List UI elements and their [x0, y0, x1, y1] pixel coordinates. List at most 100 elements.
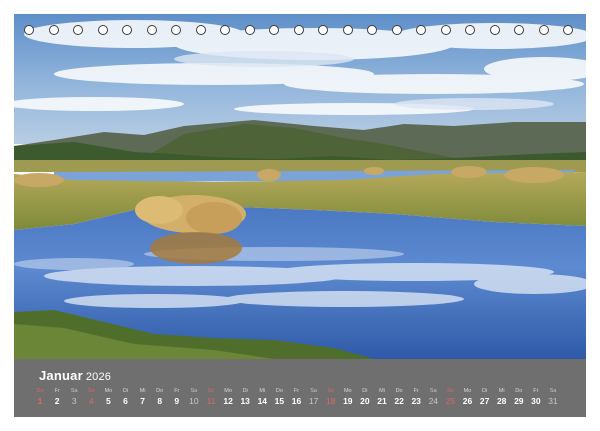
day-cell: So 11	[203, 388, 219, 407]
weekday-label: Mi	[259, 388, 266, 394]
day-cell: So 4	[83, 388, 99, 407]
day-cell: Fr 9	[169, 388, 185, 407]
day-number: 3	[71, 396, 77, 406]
spiral-binding	[0, 24, 600, 40]
day-number: 31	[548, 396, 558, 406]
weekday-label: Sa	[429, 388, 437, 394]
day-cell: Do 15	[271, 388, 287, 407]
binding-hole	[171, 25, 181, 35]
day-number: 26	[462, 396, 473, 406]
month-title: Januar 2026	[39, 368, 111, 383]
weekday-label: Sa	[310, 388, 317, 394]
weekday-label: Do	[156, 388, 164, 394]
month-year: 2026	[85, 371, 112, 383]
binding-hole	[146, 25, 157, 35]
day-number: 16	[291, 396, 302, 406]
binding-hole	[318, 25, 328, 35]
day-number: 10	[189, 396, 199, 406]
calendar-strip: Januar 2026 Do 1 Fr 2 Sa 3 So 4 Mo 5 Di 6 Mi 7 Do 8 Fr 9 Sa…	[14, 359, 586, 417]
day-cell: Sa 31	[545, 388, 561, 407]
day-cell: Di 20	[357, 388, 373, 407]
day-cell: Di 6	[118, 388, 134, 407]
binding-hole	[391, 25, 402, 35]
day-cell: So 25	[442, 388, 458, 407]
day-number: 30	[531, 396, 541, 406]
weekday-label: Do	[395, 388, 403, 394]
binding-hole	[440, 25, 451, 35]
day-cell: Fr 16	[289, 388, 305, 407]
weekday-label: Mo	[104, 388, 113, 394]
weekday-label: Fr	[413, 388, 419, 394]
day-cell: Do 29	[511, 388, 527, 407]
weekday-label: So	[207, 388, 215, 394]
day-cell: Mi 7	[135, 388, 151, 407]
day-number: 4	[88, 396, 94, 406]
weekday-label: Di	[122, 388, 129, 394]
day-number: 9	[174, 396, 180, 406]
day-number: 5	[106, 396, 111, 406]
binding-hole	[342, 25, 353, 35]
day-number: 28	[496, 396, 507, 406]
binding-hole	[538, 25, 549, 35]
calendar-page: Januar 2026 Do 1 Fr 2 Sa 3 So 4 Mo 5 Di 6 Mi 7 Do 8 Fr 9 Sa…	[0, 0, 600, 431]
weekday-label: Mo	[343, 388, 352, 394]
day-number: 8	[157, 396, 163, 406]
weekday-label: Di	[481, 388, 488, 394]
binding-hole	[244, 25, 255, 35]
weekday-label: Do	[515, 388, 523, 394]
weekday-label: Di	[242, 388, 248, 394]
binding-hole	[97, 25, 108, 35]
binding-hole	[195, 25, 206, 35]
day-number: 1	[37, 396, 43, 406]
day-number: 18	[325, 396, 336, 406]
day-cell: Mo 12	[220, 388, 236, 407]
weekday-label: So	[327, 388, 335, 394]
day-number: 6	[123, 396, 128, 406]
weekday-label: Fr	[54, 388, 60, 394]
day-cell: Fr 23	[408, 388, 424, 407]
day-cell: Sa 3	[66, 388, 82, 407]
landscape-photo	[14, 14, 586, 359]
binding-hole	[416, 25, 426, 35]
day-cell: Mi 21	[374, 388, 390, 407]
day-cell: So 18	[323, 388, 339, 407]
weekday-label: Fr	[293, 388, 300, 394]
weekday-label: Do	[275, 388, 283, 394]
day-number: 22	[394, 396, 404, 406]
day-number: 29	[514, 396, 524, 406]
weekday-label: Mi	[379, 388, 385, 394]
binding-hole	[73, 25, 83, 35]
weekday-label: Sa	[190, 388, 198, 394]
day-cell: Mi 28	[494, 388, 510, 407]
weekday-label: Sa	[70, 388, 78, 394]
day-number: 12	[223, 396, 233, 406]
day-number: 2	[54, 396, 60, 406]
day-row: Do 1 Fr 2 Sa 3 So 4 Mo 5 Di 6 Mi 7 Do 8 Fr 9 Sa 10 So 11 Mo 12 D…	[14, 388, 586, 410]
month-name: Januar	[39, 368, 83, 383]
day-cell: Sa 17	[306, 388, 322, 407]
weekday-label: So	[87, 388, 95, 394]
weekday-label: So	[447, 388, 454, 394]
day-number: 11	[206, 396, 216, 406]
weekday-label: Mo	[224, 388, 232, 394]
day-cell: Sa 10	[186, 388, 202, 407]
day-cell: Mo 26	[460, 388, 476, 407]
day-cell: Mo 5	[100, 388, 116, 407]
day-number: 27	[479, 396, 490, 406]
weekday-label: Fr	[174, 388, 180, 394]
binding-hole	[514, 25, 524, 35]
day-number: 23	[411, 396, 421, 406]
day-cell: Do 8	[152, 388, 168, 407]
day-number: 19	[343, 396, 353, 406]
binding-hole	[220, 25, 230, 35]
binding-hole	[269, 25, 279, 35]
day-number: 17	[308, 396, 319, 406]
day-cell: Mi 14	[254, 388, 270, 407]
weekday-label: Sa	[549, 388, 557, 394]
landscape-illustration	[14, 14, 586, 359]
day-number: 25	[445, 396, 456, 406]
day-number: 13	[240, 396, 250, 406]
weekday-label: Mi	[498, 388, 505, 394]
binding-hole	[563, 25, 573, 35]
day-cell: Fr 30	[528, 388, 544, 407]
